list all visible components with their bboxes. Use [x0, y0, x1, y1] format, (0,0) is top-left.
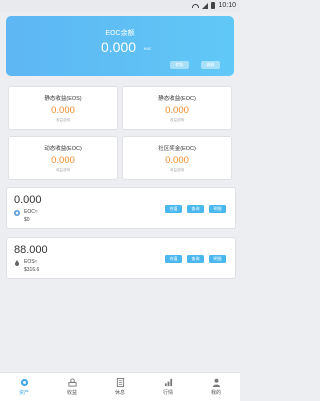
tab-earnings[interactable]: 收益 [48, 373, 96, 401]
wallet-icon [20, 378, 28, 387]
tab-label: 行情 [162, 390, 173, 396]
stat-card-static-eoc: 静态收益(EOC) 0.000 收益说明 [122, 86, 232, 130]
tab-label: 收益 [66, 390, 77, 396]
tab-market[interactable]: 行情 [144, 373, 192, 401]
asset-card-eos[interactable]: 88.000 EOS≈ $316.6 充值 查询 明细 [6, 237, 236, 279]
bottom-tab-bar: 资产 收益 休息 行情 我的 [0, 372, 240, 401]
stat-value: 0.000 [165, 105, 189, 116]
eoc-coin-icon [14, 210, 20, 216]
coins-icon [67, 378, 77, 387]
stat-note: 收益说明 [170, 168, 184, 172]
stat-label: 静态收益(EOS) [44, 96, 82, 102]
stat-note: 收益说明 [56, 118, 70, 122]
transfer-button[interactable]: 转账 [170, 61, 189, 69]
tab-label: 休息 [114, 390, 125, 396]
battery-icon [211, 2, 216, 9]
asset-coin-value: $0 [24, 217, 30, 223]
asset-amount: 88.000 [14, 244, 48, 256]
stat-value: 0.000 [51, 105, 75, 116]
stat-value: 0.000 [165, 155, 189, 166]
stat-note: 收益说明 [56, 168, 70, 172]
tab-assets[interactable]: 资产 [0, 373, 48, 401]
tab-label: 我的 [210, 390, 221, 396]
query-button[interactable]: 查询 [187, 255, 204, 263]
status-time: 10:10 [218, 2, 236, 9]
stat-value: 0.000 [51, 155, 75, 166]
receive-button[interactable]: 收款 [201, 61, 220, 69]
tab-me[interactable]: 我的 [192, 373, 240, 401]
asset-card-eoc[interactable]: 0.000 EOC≈ $0 充值 查询 明细 [6, 187, 236, 229]
document-icon [116, 378, 124, 387]
asset-coin-value: $316.6 [24, 267, 40, 273]
stat-label: 社区奖金(EOC) [158, 146, 196, 152]
balance-unit: eoc [144, 46, 152, 51]
status-bar: 10:10 [0, 0, 240, 12]
balance-title: EOC余额 [105, 30, 135, 37]
stat-card-static-eos: 静态收益(EOS) 0.000 收益说明 [8, 86, 118, 130]
stat-note: 收益说明 [170, 118, 184, 122]
balance-value: 0.000 [101, 39, 137, 55]
details-button[interactable]: 明细 [209, 255, 226, 263]
signal-icon [202, 2, 209, 9]
stat-card-community-eoc: 社区奖金(EOC) 0.000 收益说明 [122, 136, 232, 180]
recharge-button[interactable]: 充值 [165, 255, 182, 263]
stat-label: 静态收益(EOC) [158, 96, 196, 102]
asset-coin-name: EOC≈ [24, 209, 38, 215]
tab-rest[interactable]: 休息 [96, 373, 144, 401]
query-button[interactable]: 查询 [187, 205, 204, 213]
asset-coin-name: EOS≈ [24, 259, 38, 265]
wifi-icon [192, 3, 200, 8]
eos-drop-icon [14, 260, 20, 266]
recharge-button[interactable]: 充值 [165, 205, 182, 213]
asset-amount: 0.000 [14, 194, 42, 206]
tab-label: 资产 [18, 390, 29, 396]
chart-icon [164, 378, 172, 387]
details-button[interactable]: 明细 [209, 205, 226, 213]
stat-label: 动态收益(EOC) [44, 146, 82, 152]
person-icon [212, 378, 220, 387]
stat-card-dynamic-eoc: 动态收益(EOC) 0.000 收益说明 [8, 136, 118, 180]
balance-card: EOC余额 0.000 eoc [6, 16, 234, 76]
